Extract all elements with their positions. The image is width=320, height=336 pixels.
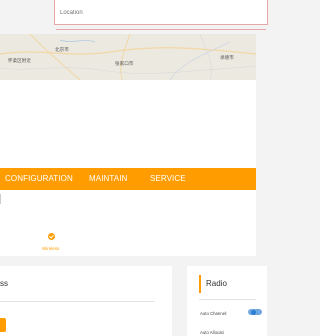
location-field[interactable] xyxy=(54,0,268,25)
map-label-chengde: 承德市 xyxy=(220,55,234,60)
map-roads xyxy=(0,34,256,80)
left-panel-button[interactable] xyxy=(0,318,6,332)
left-panel-divider xyxy=(0,301,155,302)
location-underline xyxy=(56,29,266,30)
map-label-zhangjiakou: 张家口市 xyxy=(115,61,134,66)
radio-title: Radio xyxy=(206,279,227,288)
breadcrumb-divider xyxy=(0,194,1,204)
radio-title-accent xyxy=(199,275,201,293)
nav-configuration[interactable]: CONFIGURATION xyxy=(5,174,73,183)
setup-stepper xyxy=(0,226,256,256)
blank-area xyxy=(0,80,256,168)
left-panel-title: ss xyxy=(0,279,8,288)
auto-allocation-label: Auto Allocati xyxy=(200,330,224,335)
nav-service[interactable]: SERVICE xyxy=(150,174,186,183)
top-nav: CONFIGURATION MAINTAIN SERVICE xyxy=(0,168,256,190)
auto-channel-toggle[interactable] xyxy=(248,309,262,315)
step-label-wireless[interactable]: Wireless xyxy=(42,246,59,251)
map-view[interactable]: 北京市 怀柔区附近 张家口市 承德市 xyxy=(0,34,256,80)
auto-channel-label: Auto Channel: xyxy=(200,311,228,316)
map-label-huairou: 怀柔区附近 xyxy=(8,58,31,63)
radio-divider xyxy=(199,299,256,300)
step-check-icon[interactable] xyxy=(48,233,55,240)
breadcrumb xyxy=(0,190,256,227)
location-input[interactable] xyxy=(60,8,250,18)
nav-maintain[interactable]: MAINTAIN xyxy=(89,174,127,183)
map-label-beijing: 北京市 xyxy=(55,47,69,52)
